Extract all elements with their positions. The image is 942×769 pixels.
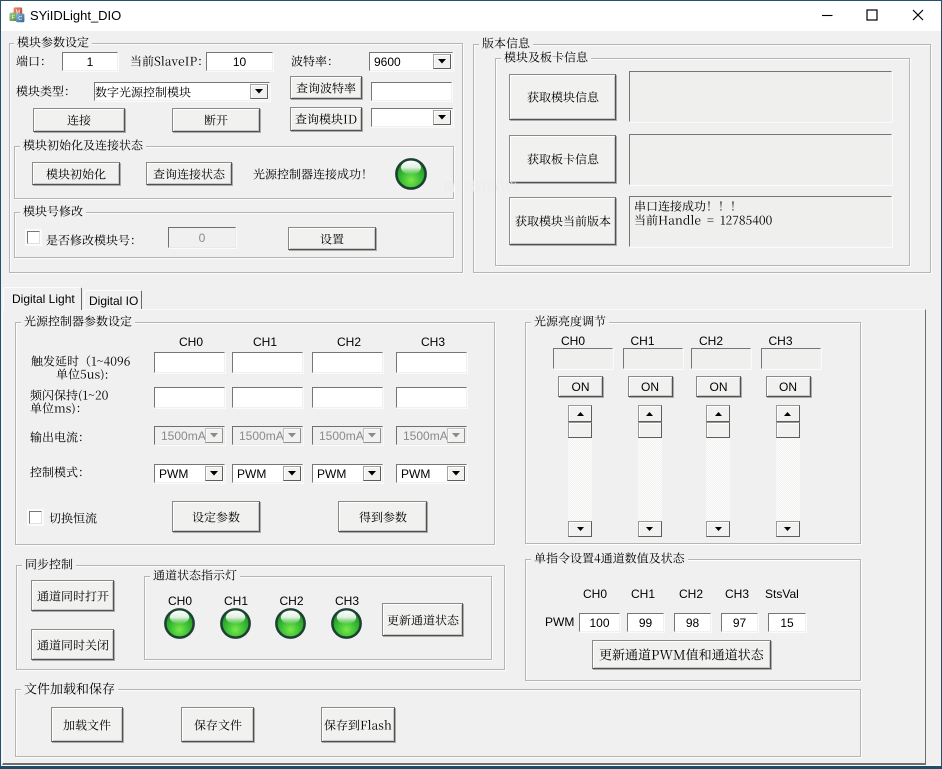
svg-text:M: M (16, 10, 21, 16)
svg-text:C: C (18, 16, 22, 22)
